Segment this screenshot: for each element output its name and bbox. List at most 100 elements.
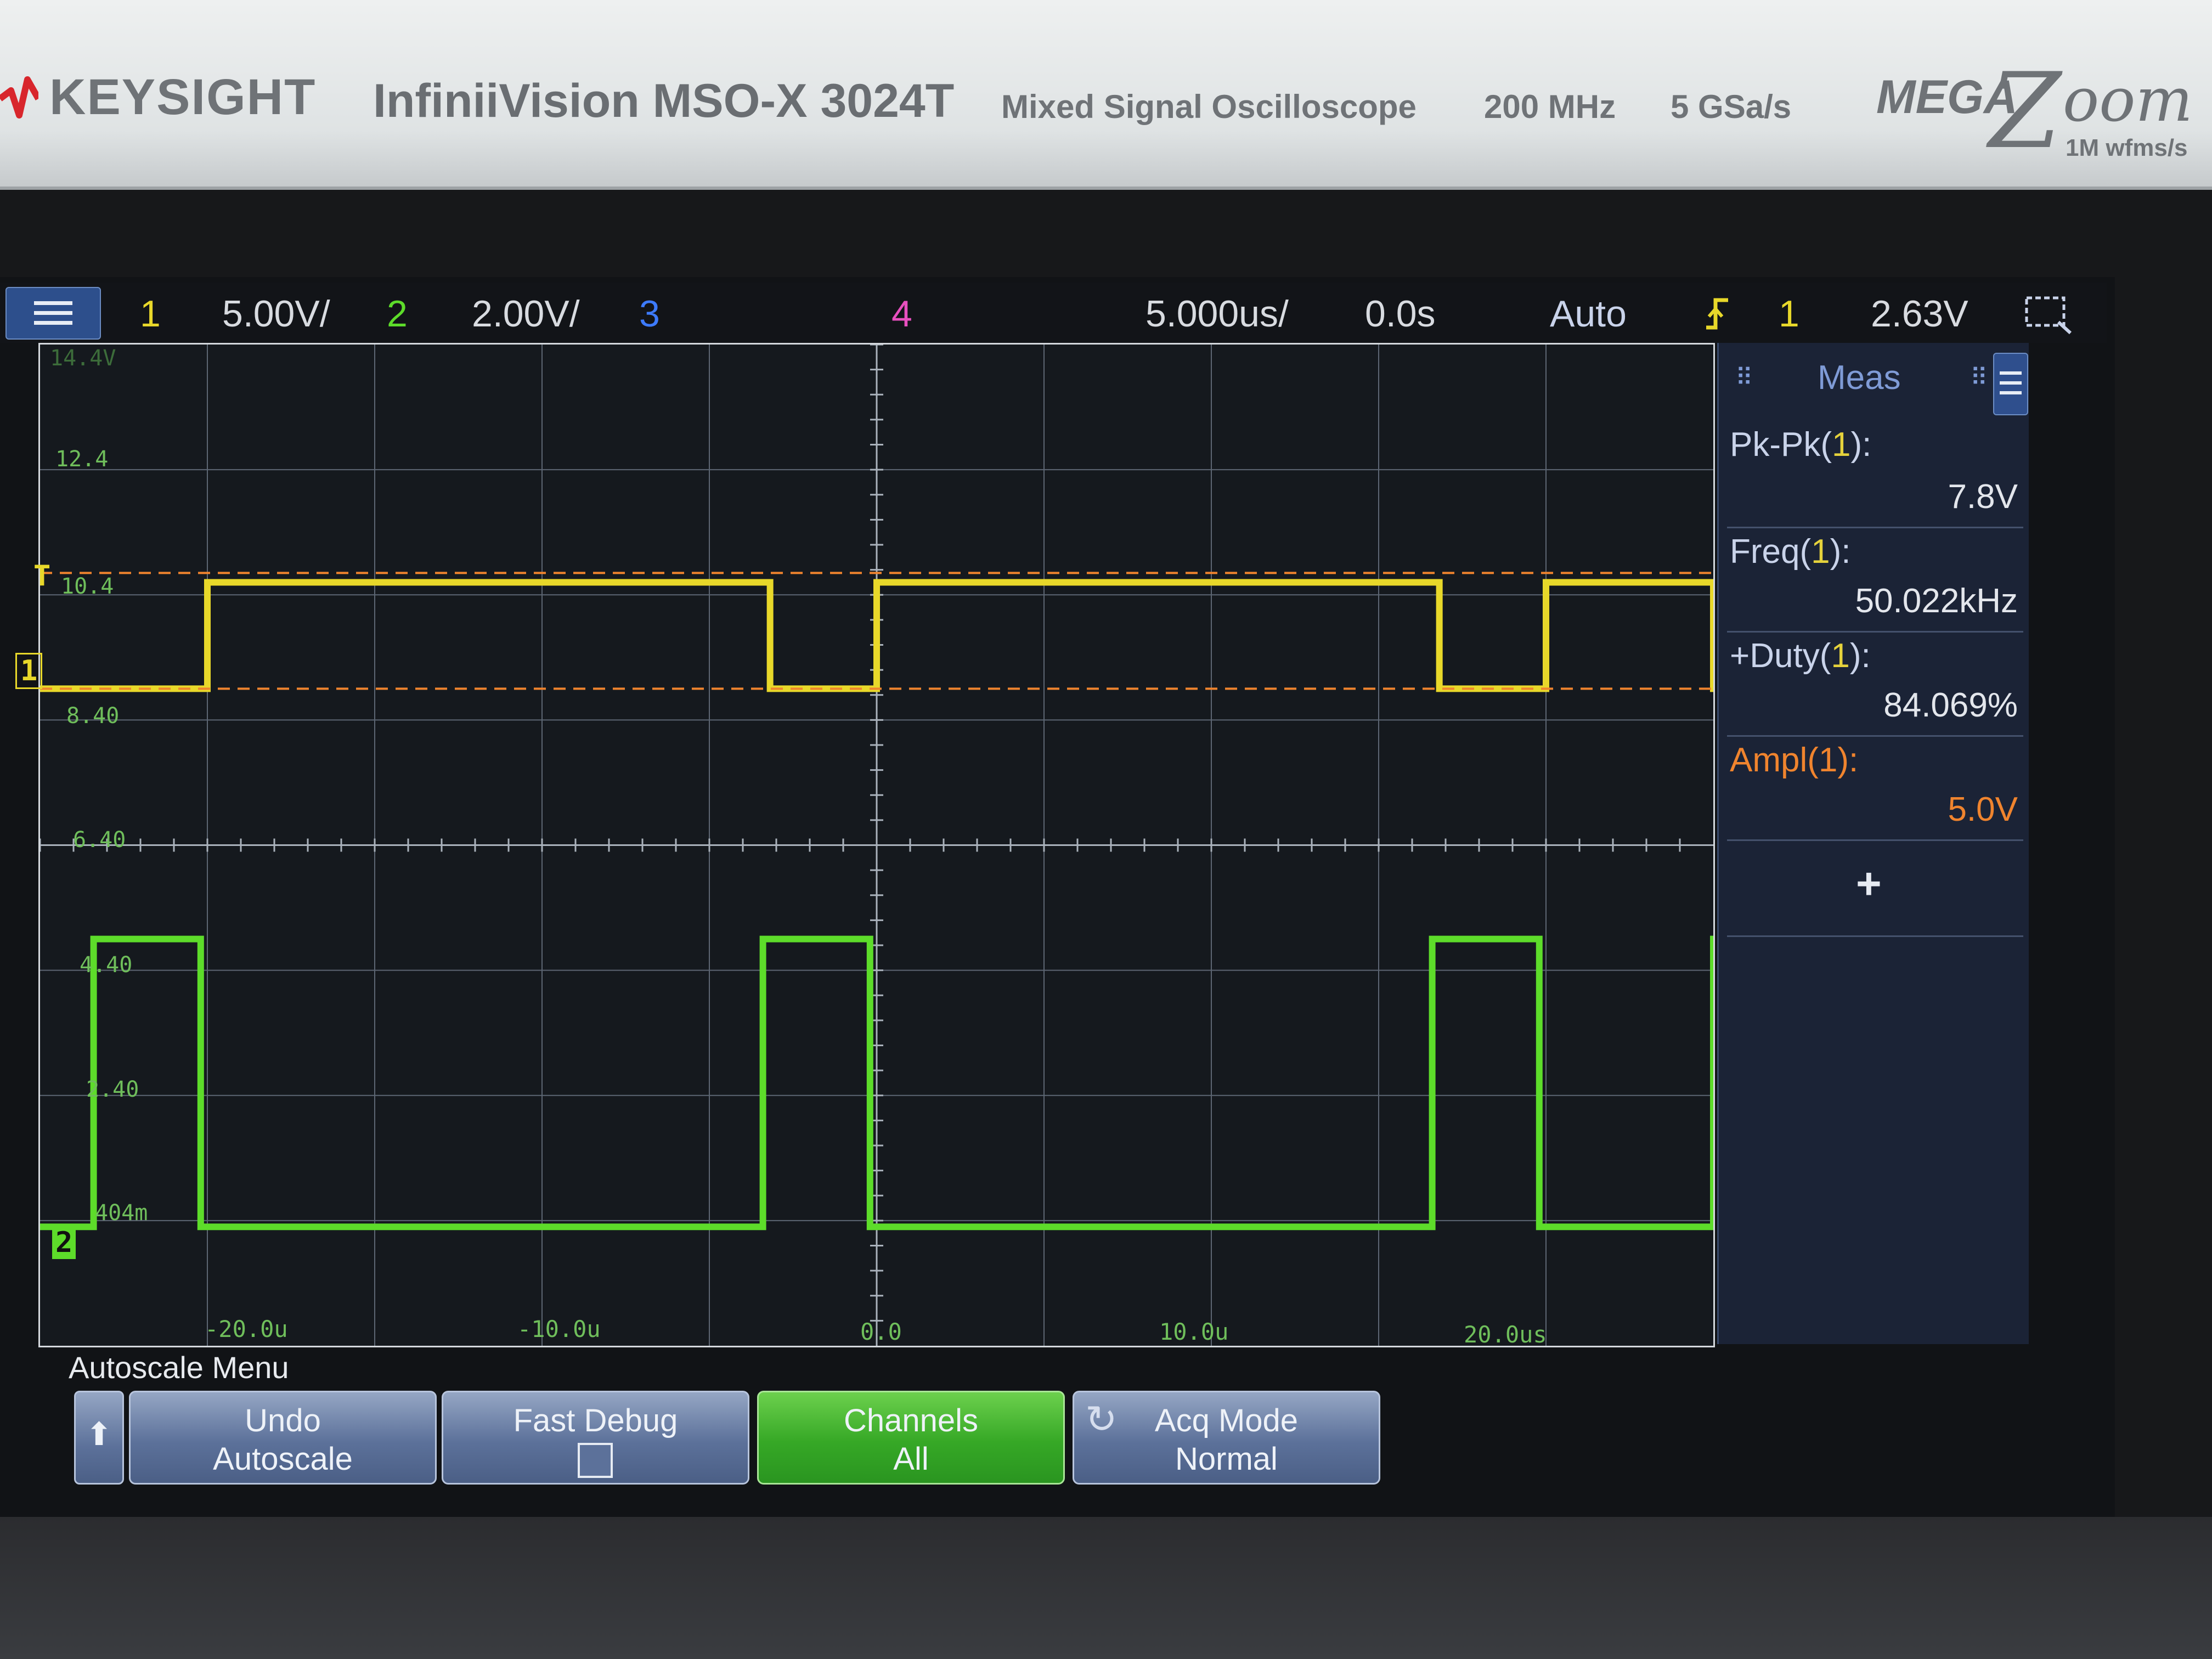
x-label-4: 20.0us [1464, 1321, 1547, 1348]
x-label-2: 0.0 [860, 1318, 902, 1345]
meas-title[interactable]: Meas [1818, 358, 1901, 397]
ch3-number[interactable]: 3 [639, 292, 660, 335]
meas-separator [1727, 735, 2023, 737]
bandwidth-spec: 200 MHz [1484, 88, 1616, 125]
softkey-label: Channels [843, 1403, 979, 1438]
softkey-label: Autoscale [213, 1441, 353, 1477]
menu-icon-line [34, 311, 72, 315]
fast-debug-checkbox[interactable] [578, 1443, 613, 1478]
meas-separator [1727, 527, 2023, 528]
meas-pkpk-value: 7.8V [1948, 478, 2018, 516]
ch2-scale[interactable]: 2.00V/ [472, 292, 580, 335]
fast-debug-button[interactable]: Fast Debug [442, 1391, 749, 1485]
meas-separator [1727, 631, 2023, 633]
megazoom-wfms: 1M wfms/s [2066, 134, 2188, 161]
lower-bezel [0, 1517, 2212, 1659]
back-button[interactable]: ⬆ [74, 1391, 124, 1485]
megazoom-oom: oom [2063, 65, 2193, 135]
timebase-scale[interactable]: 5.000us/ [1146, 292, 1289, 335]
ch2-number[interactable]: 2 [387, 292, 408, 335]
grid-lines [40, 345, 1713, 1346]
x-label-0: -20.0u [205, 1316, 288, 1342]
horizontal-delay[interactable]: 0.0s [1365, 292, 1436, 335]
trigger-level[interactable]: 2.63V [1871, 292, 1968, 335]
y-label-2: 10.4 [61, 574, 114, 599]
waveform-graticule[interactable]: 14.4V 12.4 10.4 8.40 6.40 4.40 2.40 404m… [38, 343, 1715, 1348]
ch2-ground-marker[interactable]: 2 [52, 1226, 76, 1259]
softkey-label: All [893, 1441, 929, 1477]
instrument-description: Mixed Signal Oscilloscope [1001, 88, 1417, 125]
x-label-3: 10.0u [1159, 1318, 1229, 1345]
undo-autoscale-button[interactable]: Undo Autoscale [129, 1391, 437, 1485]
trigger-level-marker[interactable]: T [30, 560, 54, 592]
grip-icon[interactable]: ⠿ [1735, 364, 1753, 392]
meas-label-suffix: ): [1850, 426, 1872, 464]
menu-icon-line [2000, 381, 2022, 385]
ch1-waveform [40, 579, 1713, 692]
ch1-ground-marker[interactable]: 1 [15, 653, 43, 689]
meas-separator [1727, 935, 2023, 937]
meas-label-suffix: ): [1849, 637, 1871, 675]
y-label-6: 2.40 [86, 1077, 139, 1102]
measurement-panel: ⠿ Meas ⠿ Pk-Pk(1): 7.8V Freq(1): 50.022k… [1717, 343, 2029, 1344]
softkey-label: Normal [1175, 1441, 1278, 1477]
meas-pkpk-label[interactable]: Pk-Pk(1): [1730, 425, 1871, 464]
y-label-1: 12.4 [55, 447, 109, 472]
add-measurement-icon[interactable]: + [1856, 859, 1882, 909]
y-label-0: 14.4V [50, 346, 116, 371]
y-label-3: 8.40 [66, 703, 120, 729]
meas-label-text: +Duty( [1730, 637, 1831, 675]
softkey-label: Undo [245, 1403, 321, 1438]
brand-name: KEYSIGHT [49, 69, 317, 125]
trigger-edge-icon [1706, 298, 1728, 330]
menu-icon-line [2000, 391, 2022, 394]
softkey-menu-title: Autoscale Menu [69, 1350, 289, 1385]
ch1-number[interactable]: 1 [140, 292, 161, 335]
meas-channel: 1 [1818, 741, 1838, 779]
y-label-5: 4.40 [80, 952, 133, 978]
meas-channel: 1 [1811, 533, 1830, 571]
meas-label-suffix: ): [1837, 741, 1859, 779]
meas-freq-value: 50.022kHz [1855, 582, 2018, 620]
keysight-logo-icon [0, 76, 38, 119]
acq-mode-button[interactable]: ↻ Acq Mode Normal [1073, 1391, 1380, 1485]
softkey-label: Acq Mode [1154, 1403, 1299, 1438]
up-arrow-icon: ⬆ [86, 1417, 112, 1452]
menu-icon-line [2000, 371, 2022, 375]
y-label-4: 6.40 [73, 827, 126, 853]
model-name: InfiniiVision MSO-X 3024T [373, 75, 955, 127]
trigger-source[interactable]: 1 [1779, 292, 1799, 335]
meas-ampl-label[interactable]: Ampl(1): [1730, 741, 1858, 780]
menu-icon-line [34, 321, 72, 325]
oscilloscope-display: 1 5.00V/ 2 2.00V/ 3 4 5.000us/ 0.0s Auto… [0, 277, 2115, 1517]
megazoom-logo: MEGA Z oom 1M wfms/s [1876, 50, 2205, 172]
main-menu-button[interactable] [5, 287, 101, 340]
meas-channel: 1 [1831, 637, 1850, 675]
meas-header: ⠿ Meas ⠿ [1719, 343, 2029, 414]
menu-icon [34, 301, 72, 305]
y-label-7: 404m [95, 1200, 148, 1226]
meas-menu-icon[interactable] [1993, 353, 2028, 415]
sample-rate-spec: 5 GSa/s [1671, 88, 1792, 125]
meas-label-text: Pk-Pk( [1730, 426, 1832, 464]
ch1-scale[interactable]: 5.00V/ [222, 292, 330, 335]
meas-duty-label[interactable]: +Duty(1): [1730, 636, 1871, 675]
instrument-front-panel: KEYSIGHT InfiniiVision MSO-X 3024T Mixed… [0, 0, 2212, 190]
zoom-box-icon[interactable] [2024, 295, 2074, 336]
x-label-1: -10.0u [517, 1316, 601, 1342]
meas-separator [1727, 839, 2023, 841]
meas-freq-label[interactable]: Freq(1): [1730, 532, 1851, 571]
megazoom-z: Z [1989, 50, 2062, 172]
meas-label-text: Freq( [1730, 533, 1812, 571]
trigger-mode[interactable]: Auto [1550, 292, 1627, 335]
meas-label-text: Ampl( [1730, 741, 1819, 779]
ch4-number[interactable]: 4 [891, 292, 912, 335]
meas-duty-value: 84.069% [1883, 686, 2018, 724]
waveform-plot [40, 345, 1713, 1346]
meas-label-suffix: ): [1830, 533, 1851, 571]
softkey-label: Fast Debug [513, 1403, 678, 1438]
meas-channel: 1 [1832, 426, 1851, 464]
grip-icon[interactable]: ⠿ [1970, 364, 1988, 392]
meas-ampl-value: 5.0V [1948, 791, 2018, 828]
channels-all-button[interactable]: Channels All [757, 1391, 1065, 1485]
